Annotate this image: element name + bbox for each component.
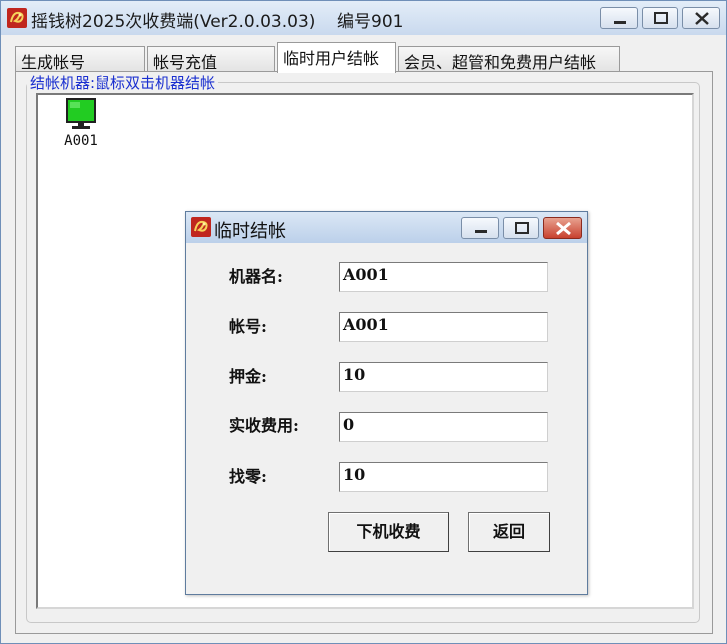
- deposit-field[interactable]: 10: [339, 362, 548, 392]
- dialog-title: 临时结帐: [214, 221, 286, 242]
- maximize-button[interactable]: [642, 7, 678, 29]
- change-field[interactable]: 10: [339, 462, 548, 492]
- checkout-button[interactable]: 下机收费: [328, 512, 449, 552]
- station-number: 编号901: [337, 12, 404, 32]
- close-icon: [695, 12, 709, 25]
- tab-member-checkout[interactable]: 会员、超管和免费用户结帐: [398, 46, 620, 72]
- dialog-maximize-button[interactable]: [503, 217, 539, 239]
- close-icon: [556, 221, 571, 236]
- dialog-title-bar[interactable]: 临时结帐: [186, 212, 587, 243]
- tab-account-recharge[interactable]: 帐号充值: [147, 46, 275, 72]
- machine-name-field[interactable]: A001: [339, 262, 548, 292]
- app-logo-icon: [7, 8, 27, 28]
- close-button[interactable]: [682, 7, 720, 29]
- minimize-icon: [614, 21, 626, 24]
- dialog-minimize-button[interactable]: [461, 217, 499, 239]
- maximize-icon: [654, 12, 668, 24]
- machine-name-label: 机器名:: [229, 267, 283, 286]
- app-name: 摇钱树2025次收费端(Ver2.0.03.03): [31, 12, 316, 32]
- actual-fee-label: 实收费用:: [229, 416, 299, 435]
- monitor-icon: [66, 98, 96, 129]
- dialog-logo-icon: [191, 217, 211, 237]
- minimize-button[interactable]: [600, 7, 638, 29]
- temp-checkout-dialog: 临时结帐 机器名: A001 帐号: A001 押金: 10 实收费用: 0 找…: [185, 211, 588, 595]
- minimize-icon: [475, 230, 487, 233]
- title-bar[interactable]: 摇钱树2025次收费端(Ver2.0.03.03) 编号901: [1, 1, 726, 35]
- main-window: 摇钱树2025次收费端(Ver2.0.03.03) 编号901 生成帐号 帐号充…: [0, 0, 727, 644]
- machine-label: A001: [64, 133, 98, 149]
- machine-item[interactable]: A001: [61, 97, 103, 155]
- actual-fee-field[interactable]: 0: [339, 412, 548, 442]
- group-legend: 结帐机器:鼠标双击机器结帐: [27, 72, 219, 93]
- deposit-label: 押金:: [229, 367, 267, 386]
- account-field[interactable]: A001: [339, 312, 548, 342]
- maximize-icon: [515, 222, 529, 234]
- window-title: 摇钱树2025次收费端(Ver2.0.03.03) 编号901: [31, 7, 403, 32]
- back-button[interactable]: 返回: [468, 512, 550, 552]
- dialog-close-button[interactable]: [543, 217, 582, 239]
- account-label: 帐号:: [229, 317, 267, 336]
- change-label: 找零:: [229, 467, 267, 486]
- tab-generate-account[interactable]: 生成帐号: [15, 46, 145, 72]
- tab-temp-user-checkout[interactable]: 临时用户结帐: [277, 42, 396, 73]
